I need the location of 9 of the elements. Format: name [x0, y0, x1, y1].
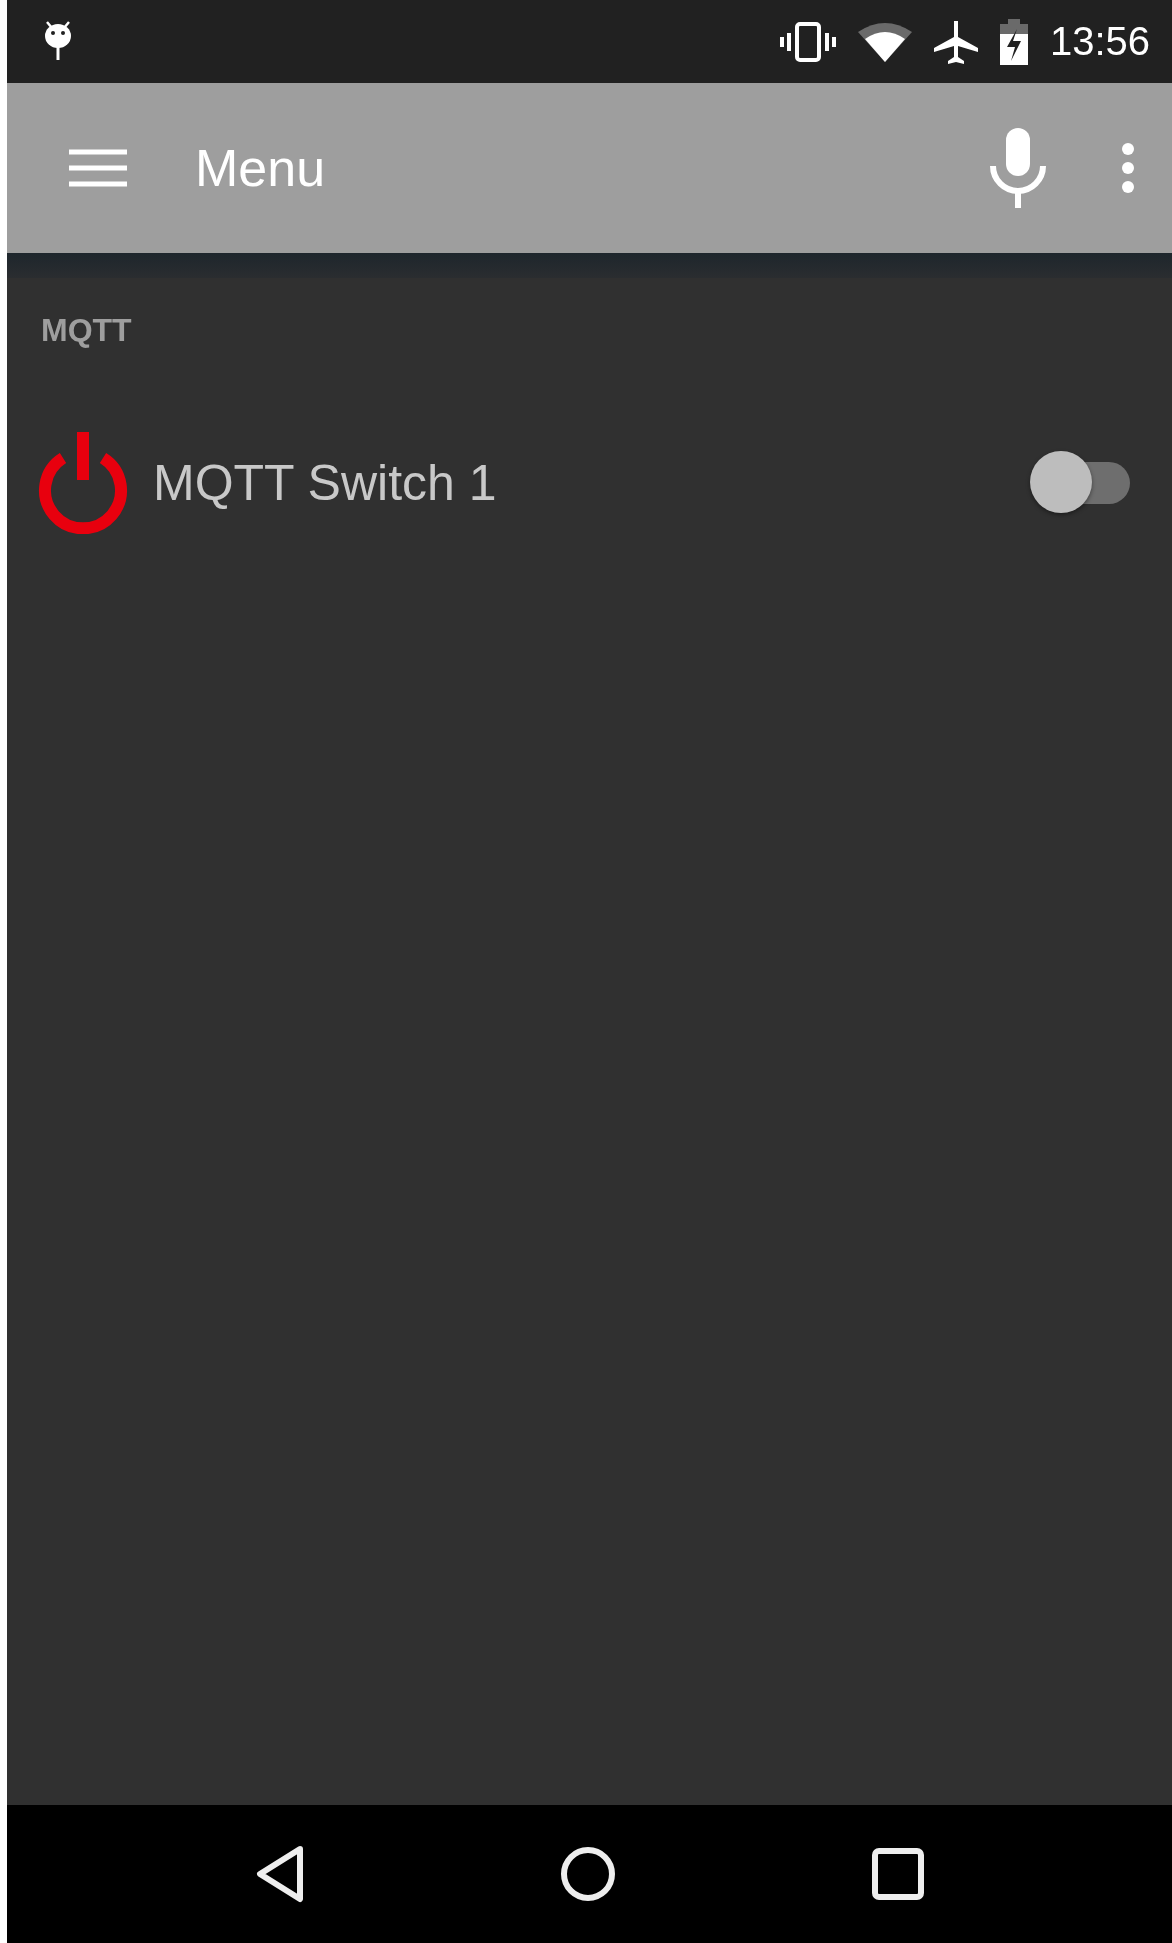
section-header: MQTT [40, 311, 133, 349]
toolbar-title: Menu [195, 138, 327, 198]
battery-charging-icon [999, 18, 1028, 65]
vibrate-icon [779, 20, 836, 63]
airplane-icon [933, 18, 978, 65]
toggle-switch[interactable] [1030, 451, 1132, 515]
wifi-icon [857, 21, 912, 62]
clock-time: 13:56 [1049, 19, 1150, 64]
switch-label: MQTT Switch 1 [153, 454, 498, 512]
